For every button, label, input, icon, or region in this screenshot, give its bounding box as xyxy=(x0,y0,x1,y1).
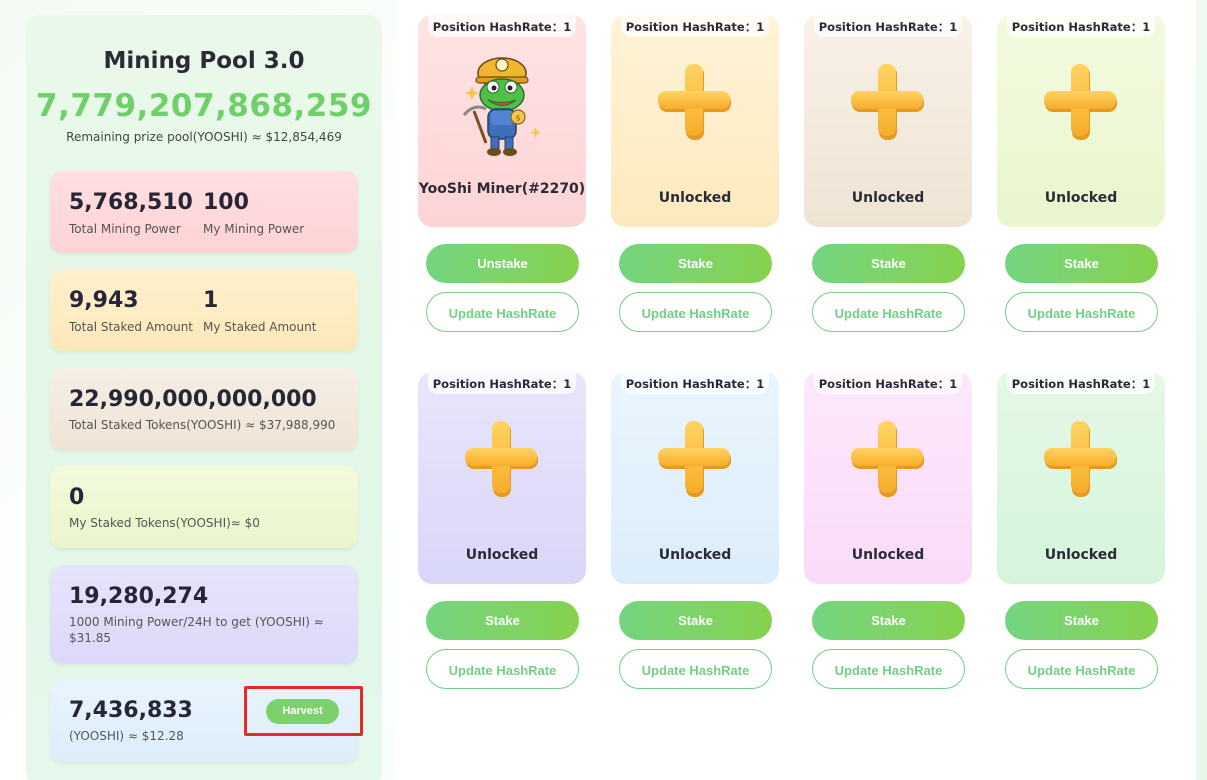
position-hashrate-badge: Position HashRate：1 xyxy=(428,372,576,394)
update-hashrate-button[interactable]: Update HashRate xyxy=(812,649,965,689)
nft-slot-5[interactable]: Position HashRate：1 Unlocked xyxy=(418,372,586,584)
nft-slot-6[interactable]: Position HashRate：1 Unlocked xyxy=(611,372,779,584)
position-hashrate-badge: Position HashRate：1 xyxy=(621,15,769,37)
stake-button[interactable]: Stake xyxy=(619,601,772,640)
reward-rate-label: 1000 Mining Power/24H to get (YOOSHI) ≈ … xyxy=(69,615,324,645)
position-hashrate-badge: Position HashRate：1 xyxy=(1007,372,1155,394)
my-mining-power-label: My Mining Power xyxy=(203,222,305,236)
position-hashrate-badge: Position HashRate：1 xyxy=(814,15,962,37)
my-mining-power-value: 100 xyxy=(203,190,249,215)
unstake-button[interactable]: Unstake xyxy=(426,244,579,283)
nft-slot-8[interactable]: Position HashRate：1 Unlocked xyxy=(997,372,1165,584)
total-mining-power-value: 5,768,510 xyxy=(69,190,193,215)
total-mining-power-label: Total Mining Power xyxy=(69,222,181,236)
position-hashrate-badge: Position HashRate：1 xyxy=(428,15,576,37)
pending-reward-label: (YOOSHI) ≈ $12.28 xyxy=(69,729,184,743)
slot-status: Unlocked xyxy=(1044,547,1118,563)
plus-icon xyxy=(1044,420,1118,500)
staked-amount-card: 9,943 Total Staked Amount 1 My Staked Am… xyxy=(50,269,358,351)
plus-icon xyxy=(851,63,925,143)
position-hashrate-badge: Position HashRate：1 xyxy=(814,372,962,394)
harvest-button[interactable]: Harvest xyxy=(266,699,339,724)
my-staked-tokens-card: 0 My Staked Tokens(YOOSHI)≈ $0 xyxy=(50,466,358,548)
reward-rate-card: 19,280,274 1000 Mining Power/24H to get … xyxy=(50,565,358,664)
pool-title: Mining Pool 3.0 xyxy=(103,48,305,74)
nft-slot-1[interactable]: Position HashRate：1 $ YooShi Miner(#2270… xyxy=(418,15,586,227)
nft-name: YooShi Miner(#2270) xyxy=(418,181,586,197)
slot-status: Unlocked xyxy=(465,547,539,563)
pool-total-prize: 7,779,207,868,259 xyxy=(35,88,372,124)
update-hashrate-button[interactable]: Update HashRate xyxy=(619,649,772,689)
plus-icon xyxy=(851,420,925,500)
mining-power-card: 5,768,510 Total Mining Power 100 My Mini… xyxy=(50,171,358,253)
plus-icon xyxy=(658,420,732,500)
update-hashrate-button[interactable]: Update HashRate xyxy=(1005,649,1158,689)
total-staked-tokens-label: Total Staked Tokens(YOOSHI) ≈ $37,988,99… xyxy=(69,418,336,432)
stake-button[interactable]: Stake xyxy=(1005,244,1158,283)
slot-status: Unlocked xyxy=(658,547,732,563)
yooshi-miner-nft-icon: $ xyxy=(462,57,541,156)
scroll-edge xyxy=(1196,0,1207,780)
update-hashrate-button[interactable]: Update HashRate xyxy=(426,292,579,332)
stake-button[interactable]: Stake xyxy=(812,244,965,283)
total-staked-tokens-card: 22,990,000,000,000 Total Staked Tokens(Y… xyxy=(50,368,358,450)
total-staked-amount-label: Total Staked Amount xyxy=(69,320,194,334)
stake-button[interactable]: Stake xyxy=(812,601,965,640)
stake-button[interactable]: Stake xyxy=(1005,601,1158,640)
position-hashrate-badge: Position HashRate：1 xyxy=(621,372,769,394)
stake-button[interactable]: Stake xyxy=(426,601,579,640)
nft-slot-4[interactable]: Position HashRate：1 Unlocked xyxy=(997,15,1165,227)
update-hashrate-button[interactable]: Update HashRate xyxy=(812,292,965,332)
update-hashrate-button[interactable]: Update HashRate xyxy=(619,292,772,332)
reward-rate-value: 19,280,274 xyxy=(69,584,209,609)
update-hashrate-button[interactable]: Update HashRate xyxy=(426,649,579,689)
plus-icon xyxy=(465,420,539,500)
plus-icon xyxy=(1044,63,1118,143)
nft-slot-7[interactable]: Position HashRate：1 Unlocked xyxy=(804,372,972,584)
total-staked-tokens-value: 22,990,000,000,000 xyxy=(69,387,317,412)
slot-status: Unlocked xyxy=(1044,190,1118,206)
nft-slot-2[interactable]: Position HashRate：1 Unlocked xyxy=(611,15,779,227)
slot-status: Unlocked xyxy=(851,190,925,206)
my-staked-tokens-value: 0 xyxy=(69,485,85,510)
position-hashrate-badge: Position HashRate：1 xyxy=(1007,15,1155,37)
slot-status: Unlocked xyxy=(851,547,925,563)
stake-button[interactable]: Stake xyxy=(619,244,772,283)
remaining-prize-label: Remaining prize pool(YOOSHI) ≈ $12,854,4… xyxy=(66,130,342,144)
plus-icon xyxy=(658,63,732,143)
total-staked-amount-value: 9,943 xyxy=(69,288,139,313)
pending-reward-value: 7,436,833 xyxy=(69,698,193,723)
my-staked-amount-label: My Staked Amount xyxy=(203,320,317,334)
update-hashrate-button[interactable]: Update HashRate xyxy=(1005,292,1158,332)
my-staked-tokens-label: My Staked Tokens(YOOSHI)≈ $0 xyxy=(69,516,260,530)
my-staked-amount-value: 1 xyxy=(203,288,219,313)
slot-status: Unlocked xyxy=(658,190,732,206)
svg-text:$: $ xyxy=(515,114,520,123)
nft-slot-3[interactable]: Position HashRate：1 Unlocked xyxy=(804,15,972,227)
